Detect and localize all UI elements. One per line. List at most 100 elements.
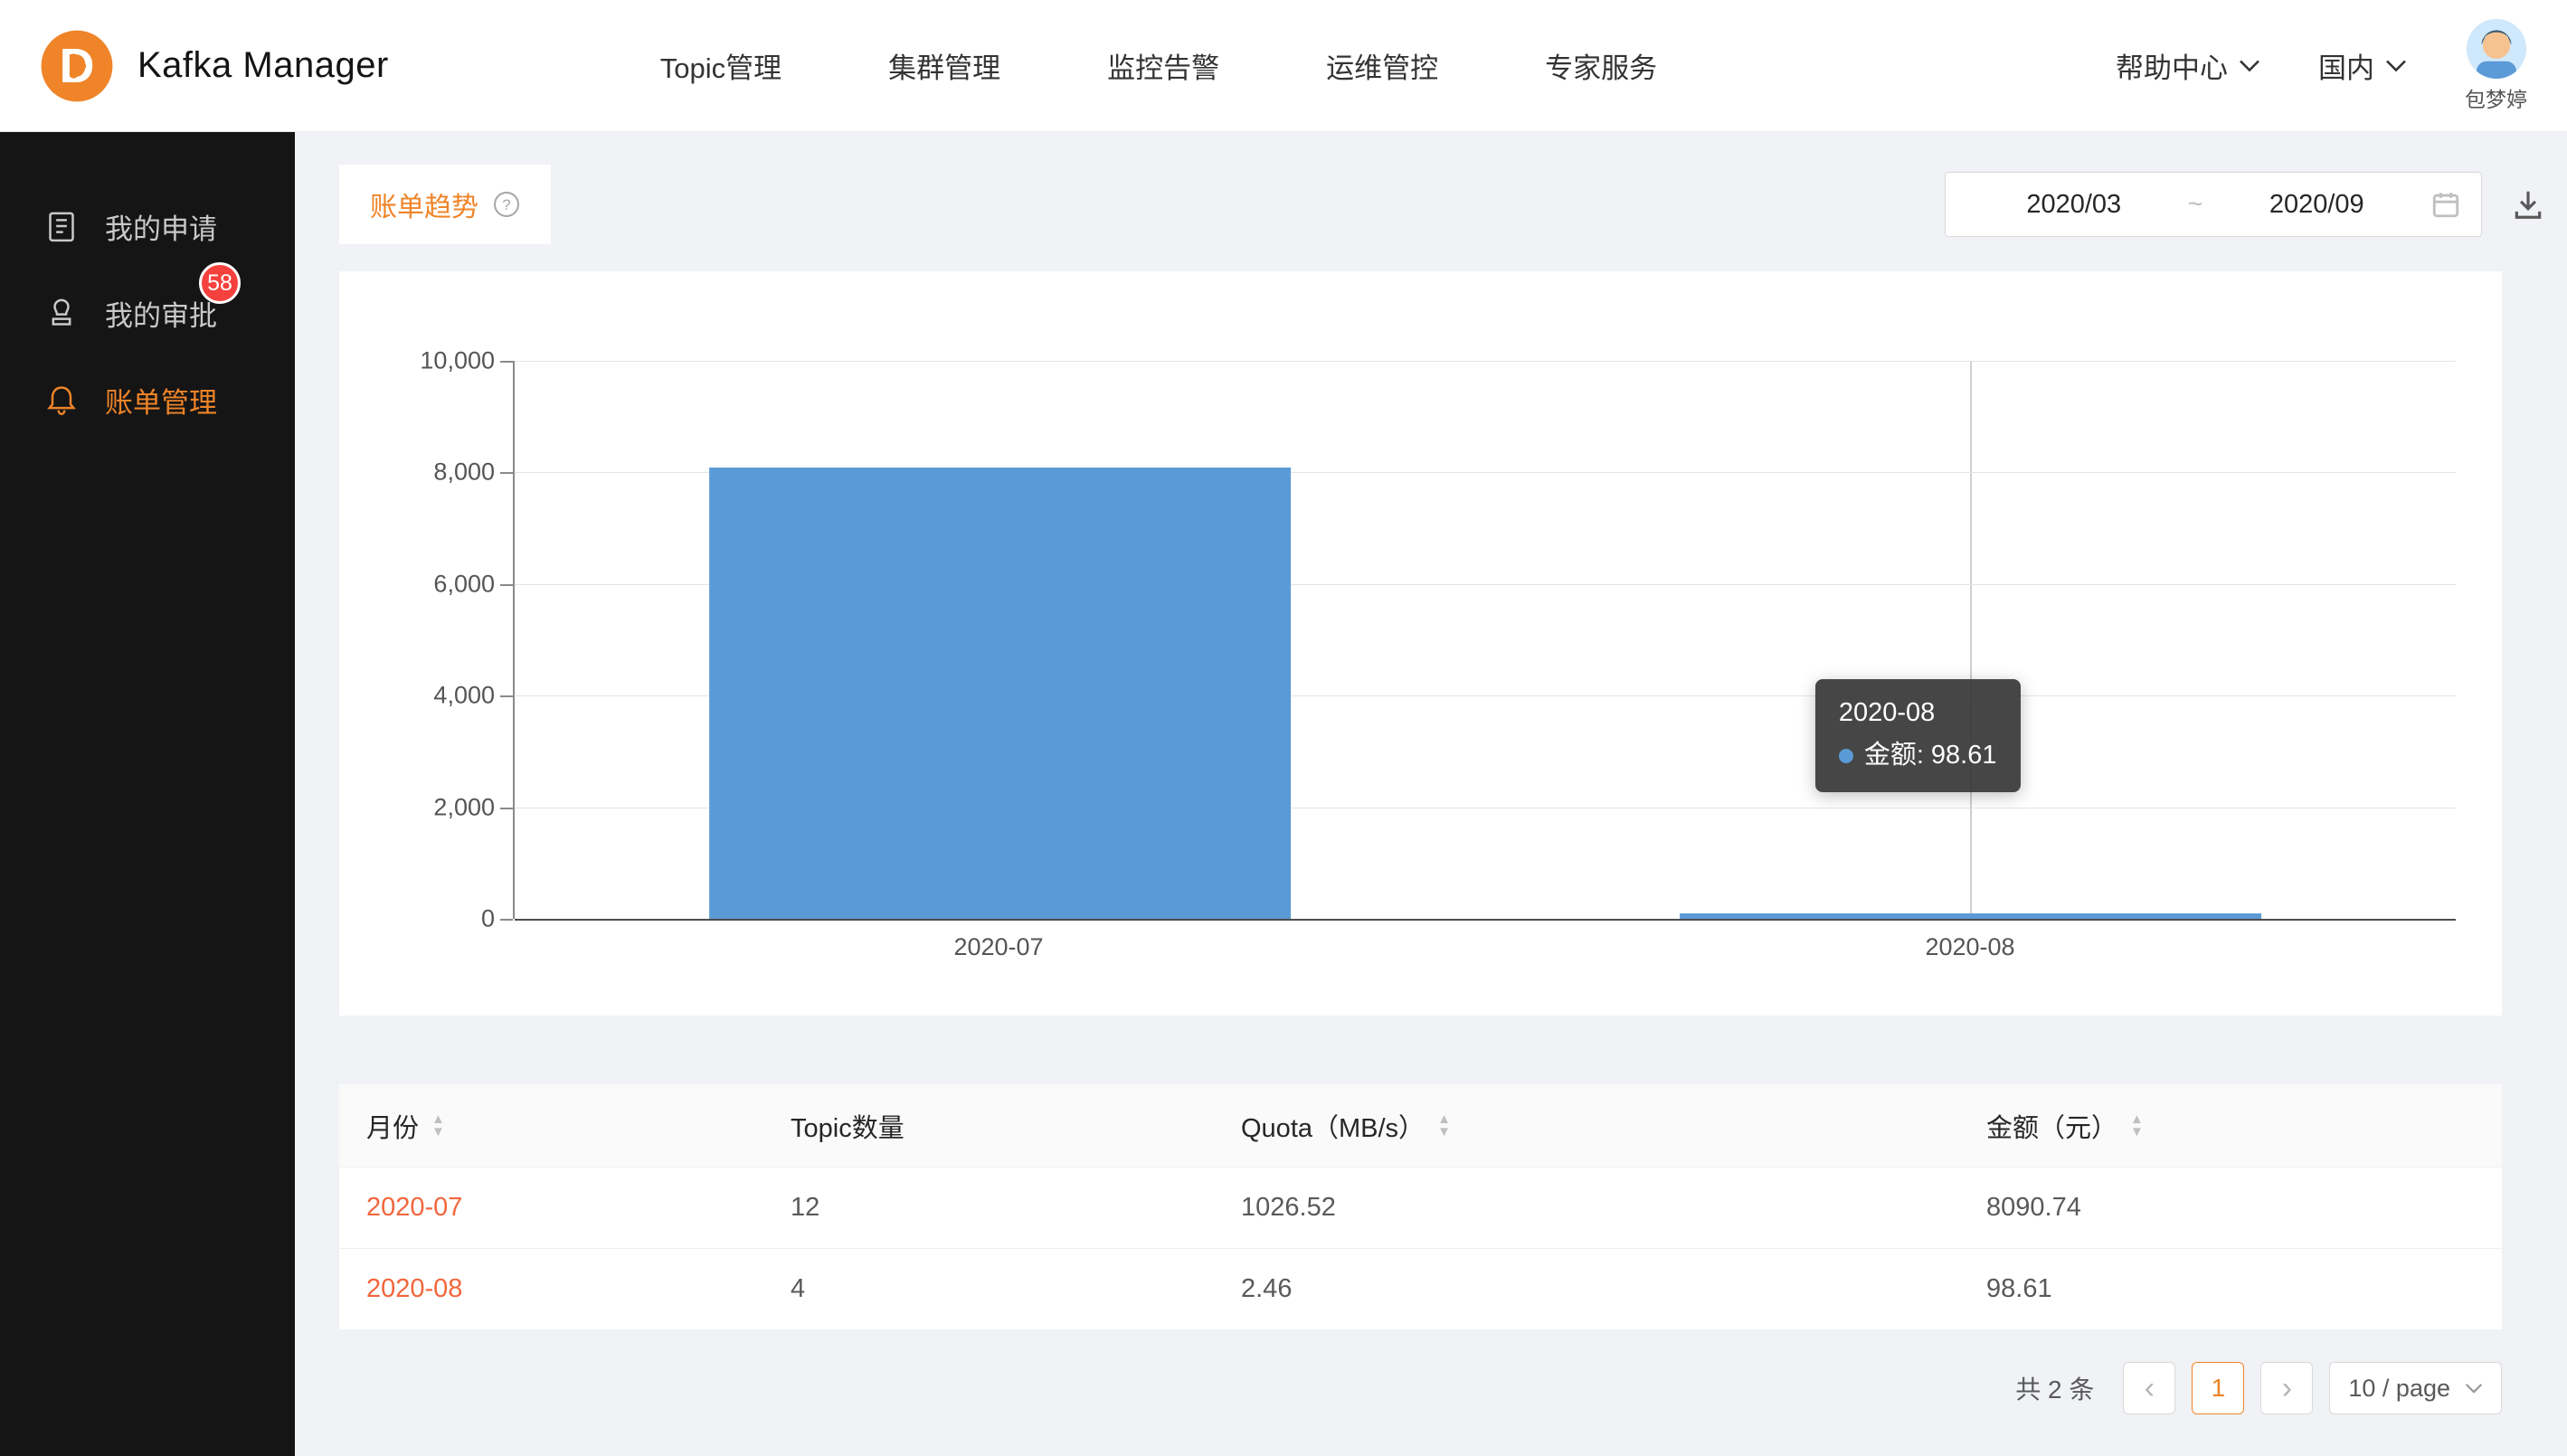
tab-billing-trend[interactable]: 账单趋势 ? xyxy=(339,165,551,244)
svg-text:?: ? xyxy=(502,196,510,213)
billing-trend-chart-card: 02,0004,0006,0008,00010,000 2020-08 金额: … xyxy=(339,271,2502,1016)
y-tick-label: 10,000 xyxy=(420,347,495,375)
caret-down-icon: ▼ xyxy=(431,1126,445,1139)
content-area: 账单趋势 ? 2020/03 ~ 2020/09 xyxy=(295,132,2567,1456)
kafka-manager-logo: D xyxy=(38,27,116,105)
chevron-down-icon xyxy=(2385,59,2407,72)
region-menu[interactable]: 国内 xyxy=(2318,45,2407,86)
caret-down-icon: ▼ xyxy=(1437,1126,1451,1139)
billing-table: 月份 ▲ ▼ Topic数量 Quota（MB/s） ▲ ▼ xyxy=(339,1084,2502,1329)
date-start-value[interactable]: 2020/03 xyxy=(1966,190,2183,220)
app-title: Kafka Manager xyxy=(137,45,389,86)
page-size-select[interactable]: 10 / page xyxy=(2329,1362,2502,1414)
chevron-left-icon: ‹ xyxy=(2145,1371,2155,1406)
chart-plot[interactable]: 2020-08 金额: 98.61 xyxy=(513,361,2456,919)
date-end-value[interactable]: 2020/09 xyxy=(2208,190,2425,220)
approvals-count-badge: 58 xyxy=(199,262,241,304)
y-tick-label: 4,000 xyxy=(433,682,495,710)
sidebar-item-label: 我的申请 xyxy=(105,206,217,247)
crosshair-line xyxy=(1970,361,1972,919)
toolbar-right: 2020/03 ~ 2020/09 xyxy=(1945,172,2549,237)
sidebar-item-label: 我的审批 xyxy=(105,293,217,334)
tooltip-row: 金额: 98.61 xyxy=(1839,736,1997,776)
page-size-value: 10 / page xyxy=(2348,1375,2450,1403)
nav-cluster-management[interactable]: 集群管理 xyxy=(888,45,1000,86)
tooltip-title: 2020-08 xyxy=(1839,694,1997,733)
help-center-label: 帮助中心 xyxy=(2116,45,2228,86)
svg-text:D: D xyxy=(60,38,95,92)
col-label: 金额（元） xyxy=(1986,1107,2117,1145)
chevron-right-icon: › xyxy=(2282,1371,2292,1406)
month-link[interactable]: 2020-07 xyxy=(339,1193,763,1223)
page-1-button[interactable]: 1 xyxy=(2192,1362,2244,1414)
sort-icon: ▲ ▼ xyxy=(1437,1113,1451,1139)
quota-cell: 2.46 xyxy=(1214,1274,1959,1304)
col-topic-count: Topic数量 xyxy=(763,1107,1214,1145)
sidebar: 我的申请 我的审批 58 账单管理 xyxy=(0,132,295,1456)
amount-cell: 98.61 xyxy=(1959,1274,2502,1304)
nav-expert-service[interactable]: 专家服务 xyxy=(1545,45,1657,86)
sidebar-item-billing-management[interactable]: 账单管理 xyxy=(0,356,295,443)
x-axis-line xyxy=(515,919,2456,921)
y-axis-labels: 02,0004,0006,0008,00010,000 xyxy=(339,361,495,919)
username: 包梦婷 xyxy=(2465,82,2527,113)
toolbar: 账单趋势 ? 2020/03 ~ 2020/09 xyxy=(339,165,2549,244)
avatar xyxy=(2467,19,2526,79)
main-layout: 我的申请 我的审批 58 账单管理 账单趋势 ? xyxy=(0,132,2567,1456)
total-count: 共 2 条 xyxy=(2015,1370,2094,1406)
help-center-menu[interactable]: 帮助中心 xyxy=(2116,45,2260,86)
table-row: 2020-07 12 1026.52 8090.74 xyxy=(339,1167,2502,1248)
tab-label: 账单趋势 xyxy=(370,184,478,224)
table-row: 2020-08 4 2.46 98.61 xyxy=(339,1248,2502,1329)
topics-cell: 4 xyxy=(763,1274,1214,1304)
brand[interactable]: D Kafka Manager xyxy=(38,27,389,105)
region-label: 国内 xyxy=(2318,45,2374,86)
y-tick-label: 6,000 xyxy=(433,570,495,598)
col-label: 月份 xyxy=(366,1107,419,1145)
sort-icon: ▲ ▼ xyxy=(2130,1113,2144,1139)
sort-icon: ▲ ▼ xyxy=(431,1113,445,1139)
sidebar-item-my-approvals[interactable]: 我的审批 58 xyxy=(0,269,295,356)
y-tick-label: 8,000 xyxy=(433,459,495,487)
date-range-picker[interactable]: 2020/03 ~ 2020/09 xyxy=(1945,172,2482,237)
next-page-button[interactable]: › xyxy=(2260,1362,2313,1414)
pagination: 共 2 条 ‹ 1 › 10 / page xyxy=(339,1362,2549,1414)
col-label: Quota（MB/s） xyxy=(1241,1107,1425,1145)
main-nav: Topic管理 集群管理 监控告警 运维管控 专家服务 xyxy=(660,45,1657,86)
question-circle-icon: ? xyxy=(493,191,520,218)
prev-page-button[interactable]: ‹ xyxy=(2123,1362,2175,1414)
nav-ops-control[interactable]: 运维管控 xyxy=(1326,45,1438,86)
chevron-down-icon xyxy=(2465,1383,2483,1394)
table-header-row: 月份 ▲ ▼ Topic数量 Quota（MB/s） ▲ ▼ xyxy=(339,1084,2502,1167)
download-icon xyxy=(2511,187,2545,222)
bar-2020-08[interactable] xyxy=(1680,913,2262,919)
col-label: Topic数量 xyxy=(791,1107,905,1145)
user-menu[interactable]: 包梦婷 xyxy=(2465,19,2527,113)
x-category-label: 2020-07 xyxy=(953,933,1043,961)
nav-monitor-alert[interactable]: 监控告警 xyxy=(1107,45,1219,86)
topics-cell: 12 xyxy=(763,1193,1214,1223)
caret-down-icon: ▼ xyxy=(2130,1126,2144,1139)
x-axis-labels: 2020-07 2020-08 xyxy=(513,933,2456,969)
series-dot-icon xyxy=(1839,749,1853,763)
chart-tooltip: 2020-08 金额: 98.61 xyxy=(1815,679,2021,792)
col-quota[interactable]: Quota（MB/s） ▲ ▼ xyxy=(1214,1107,1959,1145)
sidebar-item-label: 账单管理 xyxy=(105,380,217,421)
bar-2020-07[interactable] xyxy=(709,468,1292,919)
top-header: D Kafka Manager Topic管理 集群管理 监控告警 运维管控 专… xyxy=(0,0,2567,132)
bill-icon xyxy=(43,382,80,418)
date-separator: ~ xyxy=(2183,190,2209,220)
x-category-label: 2020-08 xyxy=(1925,933,2014,961)
header-right: 帮助中心 国内 包梦婷 xyxy=(2116,19,2527,113)
gridline xyxy=(515,361,2456,362)
download-button[interactable] xyxy=(2507,184,2549,225)
y-tick-label: 2,000 xyxy=(433,793,495,821)
nav-topic-management[interactable]: Topic管理 xyxy=(660,45,781,86)
stamp-icon xyxy=(43,295,80,331)
tooltip-value: 金额: 98.61 xyxy=(1864,736,1997,776)
sidebar-item-my-applications[interactable]: 我的申请 xyxy=(0,183,295,269)
col-month[interactable]: 月份 ▲ ▼ xyxy=(339,1107,763,1145)
col-amount[interactable]: 金额（元） ▲ ▼ xyxy=(1959,1107,2502,1145)
month-link[interactable]: 2020-08 xyxy=(339,1274,763,1304)
chevron-down-icon xyxy=(2239,59,2260,72)
